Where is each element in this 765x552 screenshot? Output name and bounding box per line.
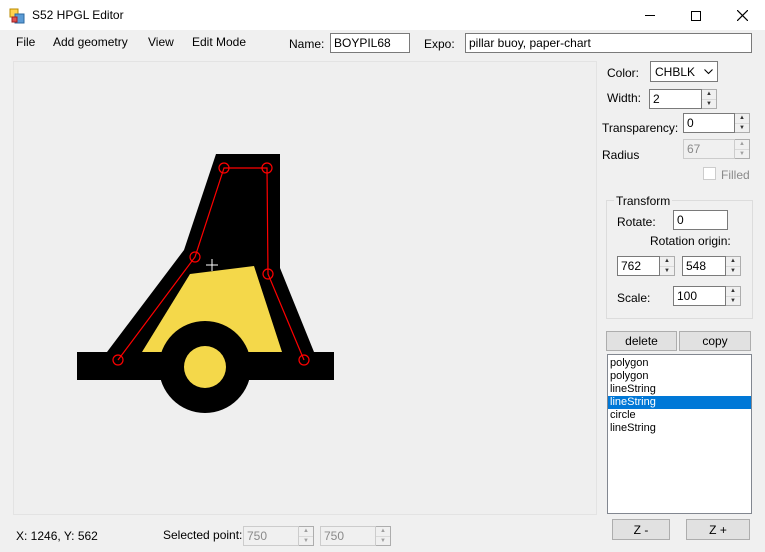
chevron-down-icon xyxy=(704,68,713,74)
origin-x-stepper[interactable]: 762 ▲ ▼ xyxy=(617,256,675,276)
origin-y-input[interactable]: 548 xyxy=(682,256,726,276)
name-input[interactable]: BOYPIL68 xyxy=(330,33,410,53)
width-stepper[interactable]: 2 ▲ ▼ xyxy=(649,89,717,109)
name-label: Name: xyxy=(289,37,325,51)
geometry-list-item[interactable]: circle xyxy=(608,409,751,422)
spin-down-icon[interactable]: ▼ xyxy=(726,295,740,306)
geometry-list-item[interactable]: polygon xyxy=(608,357,751,370)
geometry-list-item[interactable]: lineString xyxy=(608,422,751,435)
spin-down-icon[interactable]: ▼ xyxy=(735,122,749,133)
geometry-list[interactable]: polygon polygon lineString lineString circle… xyxy=(607,354,752,514)
color-select[interactable]: CHBLK xyxy=(650,61,718,82)
transparency-input[interactable]: 0 xyxy=(683,113,735,133)
spin-down-icon: ▼ xyxy=(735,148,749,159)
radius-label: Radius xyxy=(602,148,640,162)
expo-label: Expo: xyxy=(424,37,455,51)
close-icon xyxy=(736,10,748,21)
width-input[interactable]: 2 xyxy=(649,89,702,109)
geometry-list-item[interactable]: lineString xyxy=(608,383,751,396)
minimize-icon xyxy=(645,15,655,16)
maximize-button[interactable] xyxy=(673,0,719,31)
spin-down-icon: ▼ xyxy=(376,535,390,546)
geometry-list-item[interactable]: lineString xyxy=(608,396,751,409)
filled-checkbox[interactable] xyxy=(703,167,716,180)
spin-up-icon[interactable]: ▲ xyxy=(726,287,740,296)
drawing-canvas[interactable] xyxy=(13,61,597,515)
maximize-icon xyxy=(691,10,701,21)
menu-view[interactable]: View xyxy=(148,35,174,49)
delete-button[interactable]: delete xyxy=(606,331,677,351)
rotate-input[interactable]: 0 xyxy=(673,210,728,230)
window-title: S52 HPGL Editor xyxy=(32,8,124,22)
spin-up-icon: ▲ xyxy=(380,528,386,535)
scale-label: Scale: xyxy=(617,291,651,305)
copy-button[interactable]: copy xyxy=(679,331,751,351)
transparency-label: Transparency: xyxy=(602,121,679,135)
spin-up-icon[interactable]: ▲ xyxy=(702,90,716,99)
spin-up-icon[interactable]: ▲ xyxy=(726,257,740,266)
scale-stepper[interactable]: 100 ▲ ▼ xyxy=(673,286,741,306)
z-plus-button[interactable]: Z + xyxy=(686,519,750,540)
minimize-button[interactable] xyxy=(627,0,673,31)
spin-down-icon[interactable]: ▼ xyxy=(726,265,740,276)
transform-legend: Transform xyxy=(614,194,673,208)
app-icon xyxy=(9,8,25,24)
radius-input: 67 xyxy=(683,139,735,159)
z-minus-button[interactable]: Z - xyxy=(612,519,670,540)
spin-down-icon[interactable]: ▼ xyxy=(702,98,716,109)
radius-stepper: 67 ▲ ▼ xyxy=(683,139,750,159)
color-label: Color: xyxy=(607,66,640,80)
origin-y-stepper[interactable]: 548 ▲ ▼ xyxy=(682,256,741,276)
spin-down-icon: ▼ xyxy=(299,535,313,546)
geometry-list-item[interactable]: polygon xyxy=(608,370,751,383)
selected-point-label: Selected point: xyxy=(163,528,243,542)
cursor-coords: X: 1246, Y: 562 xyxy=(16,529,98,543)
origin-x-input[interactable]: 762 xyxy=(617,256,660,276)
rotate-label: Rotate: xyxy=(617,215,656,229)
point-x-input: 750 xyxy=(243,526,299,546)
transparency-stepper[interactable]: 0 ▲ ▼ xyxy=(683,113,750,133)
scale-input[interactable]: 100 xyxy=(673,286,726,306)
point-y-stepper: 750 ▲ ▼ xyxy=(320,526,391,546)
filled-label: Filled xyxy=(721,168,750,182)
menu-edit-mode[interactable]: Edit Mode xyxy=(192,35,246,49)
point-x-stepper: 750 ▲ ▼ xyxy=(243,526,314,546)
symbol-base-inner-circle xyxy=(184,346,226,388)
width-label: Width: xyxy=(607,91,642,105)
menu-add-geometry[interactable]: Add geometry xyxy=(53,35,128,49)
menu-file[interactable]: File xyxy=(16,35,35,49)
color-select-value: CHBLK xyxy=(655,64,696,79)
rotation-origin-label: Rotation origin: xyxy=(650,234,731,248)
spin-up-icon: ▲ xyxy=(739,141,745,148)
close-button[interactable] xyxy=(719,0,765,31)
spin-down-icon[interactable]: ▼ xyxy=(660,265,674,276)
spin-up-icon[interactable]: ▲ xyxy=(735,114,749,123)
expo-input[interactable]: pillar buoy, paper-chart xyxy=(465,33,752,53)
point-y-input: 750 xyxy=(320,526,376,546)
spin-up-icon[interactable]: ▲ xyxy=(660,257,674,266)
spin-up-icon: ▲ xyxy=(303,528,309,535)
